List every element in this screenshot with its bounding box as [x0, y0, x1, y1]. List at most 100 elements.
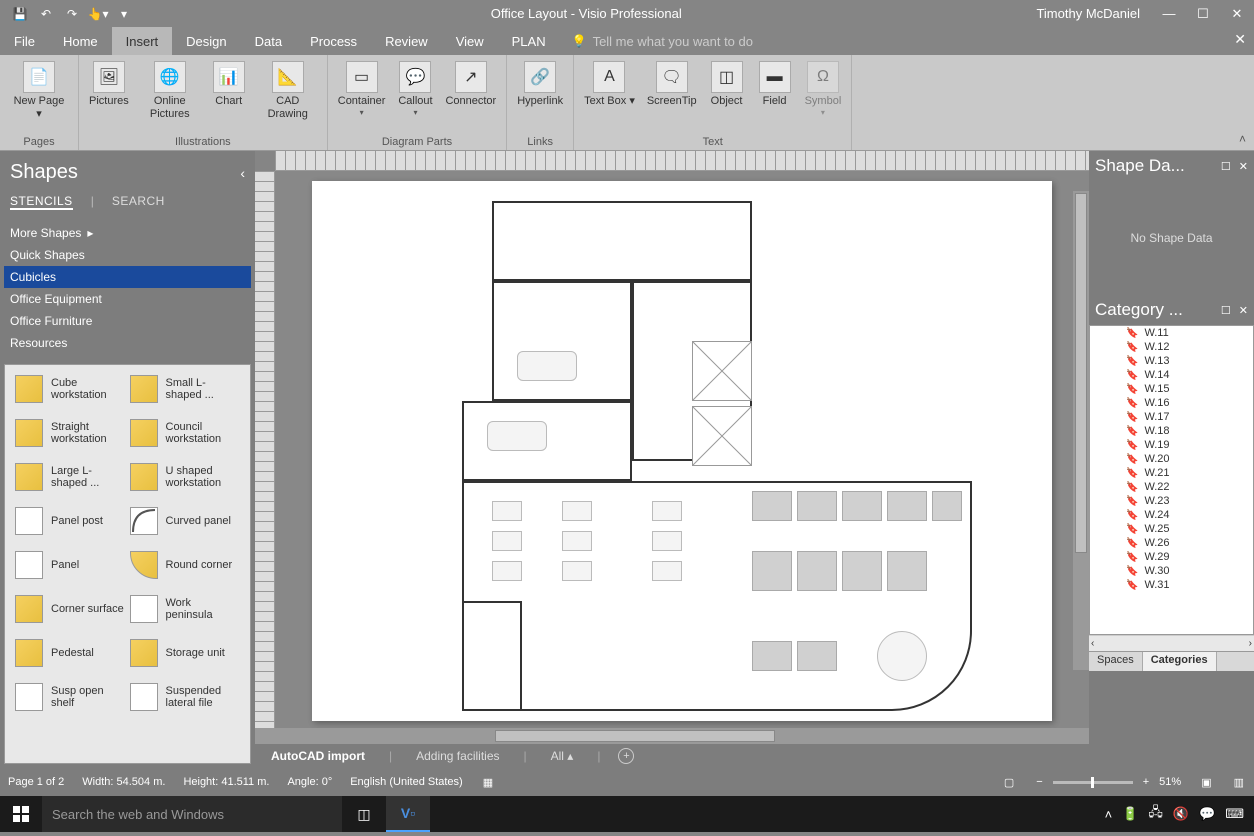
shapes-tab-stencils[interactable]: STENCILS: [10, 194, 73, 210]
ribbon-collapse-button[interactable]: ˄: [1239, 132, 1246, 146]
category-item[interactable]: W.20: [1090, 452, 1253, 466]
presentation-mode-icon[interactable]: ▢: [1002, 776, 1016, 789]
close-secondary-button[interactable]: ✕: [1234, 31, 1246, 48]
taskbar-search[interactable]: Search the web and Windows: [42, 796, 342, 832]
category-close-icon[interactable]: ✕: [1239, 304, 1248, 317]
tab-review[interactable]: Review: [371, 27, 442, 55]
minimize-button[interactable]: —: [1152, 0, 1186, 27]
undo-button[interactable]: ↶: [34, 2, 58, 26]
status-page[interactable]: Page 1 of 2: [8, 776, 64, 788]
tell-me-search[interactable]: 💡 Tell me what you want to do: [572, 34, 753, 49]
category-maximize-icon[interactable]: ☐: [1221, 304, 1231, 317]
hyperlink-button[interactable]: 🔗Hyperlink: [513, 57, 567, 108]
symbol-button[interactable]: ΩSymbol▾: [801, 57, 846, 117]
shape-item[interactable]: Panel post: [13, 505, 128, 537]
qat-customize-button[interactable]: ▾: [112, 2, 136, 26]
shape-item[interactable]: Work peninsula: [128, 593, 243, 625]
connector-button[interactable]: ↗Connector: [441, 57, 500, 108]
drawing-canvas[interactable]: [275, 171, 1089, 728]
category-item[interactable]: W.25: [1090, 522, 1253, 536]
shapes-collapse-button[interactable]: ‹: [240, 165, 245, 181]
category-tab-spaces[interactable]: Spaces: [1089, 652, 1143, 671]
category-list[interactable]: W.11W.12W.13W.14W.15W.16W.17W.18W.19W.20…: [1089, 325, 1254, 635]
touch-mode-button[interactable]: 👆▾: [86, 2, 110, 26]
category-item[interactable]: W.15: [1090, 382, 1253, 396]
tab-data[interactable]: Data: [241, 27, 296, 55]
status-language[interactable]: English (United States): [350, 776, 463, 788]
new-page-button[interactable]: 📄 New Page ▾: [6, 57, 72, 121]
start-button[interactable]: [0, 796, 42, 832]
shape-item[interactable]: Susp open shelf: [13, 681, 128, 713]
save-button[interactable]: 💾: [8, 2, 32, 26]
category-item[interactable]: W.29: [1090, 550, 1253, 564]
fit-page-icon[interactable]: ▣: [1199, 776, 1213, 789]
tray-notifications-icon[interactable]: 💬: [1199, 806, 1215, 822]
screentip-button[interactable]: 🗨ScreenTip: [643, 57, 701, 108]
tab-design[interactable]: Design: [172, 27, 240, 55]
drawing-page[interactable]: [312, 181, 1052, 721]
stencil-quick-shapes[interactable]: Quick Shapes: [4, 244, 251, 266]
shapes-tab-search[interactable]: SEARCH: [112, 194, 165, 210]
task-view-button[interactable]: ◫: [342, 796, 386, 832]
close-window-button[interactable]: ✕: [1220, 0, 1254, 27]
tray-volume-icon[interactable]: 🔇: [1173, 806, 1189, 822]
scroll-right-icon[interactable]: ›: [1249, 638, 1252, 649]
stencil-office-equipment[interactable]: Office Equipment: [4, 288, 251, 310]
stencil-cubicles[interactable]: Cubicles: [4, 266, 251, 288]
horizontal-scrollbar[interactable]: [255, 728, 1089, 744]
category-item[interactable]: W.13: [1090, 354, 1253, 368]
tab-process[interactable]: Process: [296, 27, 371, 55]
zoom-in-button[interactable]: +: [1141, 776, 1151, 788]
category-item[interactable]: W.11: [1090, 326, 1253, 340]
shape-item[interactable]: Council workstation: [128, 417, 243, 449]
category-item[interactable]: W.31: [1090, 578, 1253, 592]
shape-item[interactable]: Round corner: [128, 549, 243, 581]
scroll-left-icon[interactable]: ‹: [1091, 638, 1094, 649]
shape-item[interactable]: Straight workstation: [13, 417, 128, 449]
category-item[interactable]: W.12: [1090, 340, 1253, 354]
stencil-office-furniture[interactable]: Office Furniture: [4, 310, 251, 332]
vertical-scrollbar[interactable]: [1073, 191, 1089, 670]
category-item[interactable]: W.24: [1090, 508, 1253, 522]
category-item[interactable]: W.23: [1090, 494, 1253, 508]
category-item[interactable]: W.21: [1090, 466, 1253, 480]
category-item[interactable]: W.22: [1090, 480, 1253, 494]
shape-item[interactable]: Curved panel: [128, 505, 243, 537]
horizontal-ruler[interactable]: [275, 151, 1089, 171]
tab-view[interactable]: View: [442, 27, 498, 55]
chart-button[interactable]: 📊Chart: [207, 57, 251, 108]
tray-keyboard-icon[interactable]: ⌨: [1225, 806, 1244, 822]
shape-item[interactable]: U shaped workstation: [128, 461, 243, 493]
object-button[interactable]: ◫Object: [705, 57, 749, 108]
tab-plan[interactable]: PLAN: [498, 27, 560, 55]
tab-insert[interactable]: Insert: [112, 27, 173, 55]
macro-recording-icon[interactable]: ▦: [481, 776, 495, 789]
cad-drawing-button[interactable]: 📐CAD Drawing: [255, 57, 321, 121]
taskbar-visio-icon[interactable]: V▫: [386, 796, 430, 832]
category-hscroll[interactable]: ‹ ›: [1089, 635, 1254, 651]
more-shapes-button[interactable]: More Shapes▸: [4, 222, 251, 244]
shape-data-close-icon[interactable]: ✕: [1239, 160, 1248, 173]
tab-file[interactable]: File: [0, 27, 49, 55]
shape-item[interactable]: Panel: [13, 549, 128, 581]
category-item[interactable]: W.26: [1090, 536, 1253, 550]
zoom-out-button[interactable]: −: [1034, 776, 1044, 788]
category-item[interactable]: W.30: [1090, 564, 1253, 578]
field-button[interactable]: ▬Field: [753, 57, 797, 108]
switch-windows-icon[interactable]: ▥: [1232, 776, 1246, 789]
shape-item[interactable]: Suspended lateral file: [128, 681, 243, 713]
zoom-percentage[interactable]: 51%: [1159, 776, 1181, 788]
shape-item[interactable]: Pedestal: [13, 637, 128, 669]
add-page-button[interactable]: +: [618, 748, 634, 764]
category-item[interactable]: W.18: [1090, 424, 1253, 438]
category-item[interactable]: W.16: [1090, 396, 1253, 410]
maximize-button[interactable]: ☐: [1186, 0, 1220, 27]
floor-plan[interactable]: [332, 201, 1032, 701]
category-tab-categories[interactable]: Categories: [1143, 652, 1217, 671]
page-tab-all[interactable]: All ▴: [545, 747, 580, 765]
category-item[interactable]: W.19: [1090, 438, 1253, 452]
tray-network-icon[interactable]: 🖧: [1148, 803, 1163, 825]
callout-button[interactable]: 💬Callout▾: [393, 57, 437, 117]
shape-data-maximize-icon[interactable]: ☐: [1221, 160, 1231, 173]
tray-chevron-icon[interactable]: ˄: [1105, 807, 1113, 822]
